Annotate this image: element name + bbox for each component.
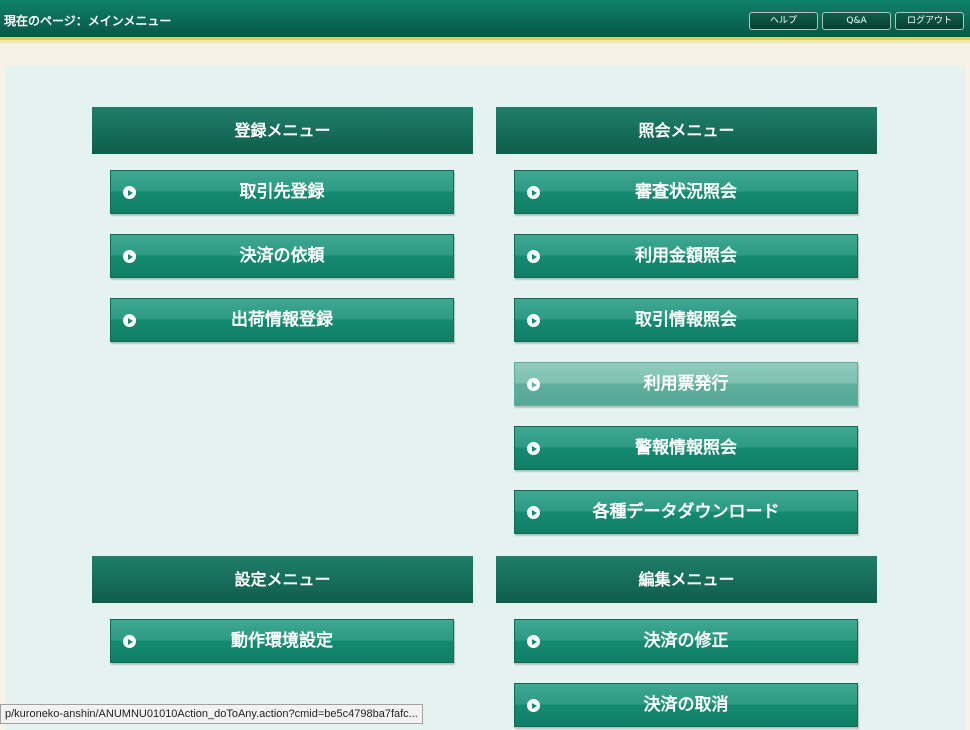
menu-button-label: 各種データダウンロード bbox=[592, 502, 780, 522]
play-icon bbox=[527, 506, 540, 519]
menu-button-label: 決済の修正 bbox=[643, 631, 729, 651]
menu-button-label: 審査状況照会 bbox=[635, 182, 737, 202]
edit-menu-header: 編集メニュー bbox=[496, 556, 877, 603]
play-icon bbox=[527, 186, 540, 199]
play-icon bbox=[123, 186, 136, 199]
menu-button-label: 出荷情報登録 bbox=[231, 310, 333, 330]
top-bar: 現在のページ：メインメニュー ヘルプ Q&A ログアウト bbox=[0, 0, 970, 43]
menu-button-label: 利用金額照会 bbox=[635, 246, 737, 266]
menu-button-label: 動作環境設定 bbox=[231, 631, 333, 651]
play-icon bbox=[527, 699, 540, 712]
main-menu-panel: 登録メニュー 取引先登録 決済の依頼 出荷情報登録 照会メニュー 審査状況照会 … bbox=[5, 66, 965, 730]
menu-button-payment-cancel[interactable]: 決済の取消 bbox=[514, 683, 858, 727]
register-menu-header: 登録メニュー bbox=[92, 107, 473, 154]
menu-button-transaction-info[interactable]: 取引情報照会 bbox=[514, 298, 858, 342]
menu-button-usage-amount[interactable]: 利用金額照会 bbox=[514, 234, 858, 278]
current-page-label: 現在のページ：メインメニュー bbox=[4, 14, 172, 28]
menu-button-label: 決済の依頼 bbox=[239, 246, 325, 266]
qa-button[interactable]: Q&A bbox=[822, 12, 891, 30]
play-icon bbox=[527, 378, 540, 391]
divider bbox=[0, 40, 970, 43]
menu-button-label: 決済の取消 bbox=[643, 695, 729, 715]
play-icon bbox=[527, 314, 540, 327]
menu-button-label: 取引先登録 bbox=[239, 182, 325, 202]
settings-menu-header: 設定メニュー bbox=[92, 556, 473, 603]
play-icon bbox=[527, 250, 540, 263]
play-icon bbox=[123, 314, 136, 327]
menu-button-screening-status[interactable]: 審査状況照会 bbox=[514, 170, 858, 214]
play-icon bbox=[123, 635, 136, 648]
help-button[interactable]: ヘルプ bbox=[749, 12, 818, 30]
menu-button-payment-request[interactable]: 決済の依頼 bbox=[110, 234, 454, 278]
play-icon bbox=[123, 250, 136, 263]
menu-button-shipping-registration[interactable]: 出荷情報登録 bbox=[110, 298, 454, 342]
menu-button-usage-slip[interactable]: 利用票発行 bbox=[514, 362, 858, 406]
menu-button-data-download[interactable]: 各種データダウンロード bbox=[514, 490, 858, 534]
logout-button[interactable]: ログアウト bbox=[895, 12, 964, 30]
menu-button-label: 警報情報照会 bbox=[635, 438, 737, 458]
menu-button-payment-edit[interactable]: 決済の修正 bbox=[514, 619, 858, 663]
menu-button-label: 取引情報照会 bbox=[635, 310, 737, 330]
menu-button-label: 利用票発行 bbox=[643, 374, 729, 394]
play-icon bbox=[527, 442, 540, 455]
menu-button-environment-settings[interactable]: 動作環境設定 bbox=[110, 619, 454, 663]
inquiry-menu-header: 照会メニュー bbox=[496, 107, 877, 154]
play-icon bbox=[527, 635, 540, 648]
status-bar-url: p/kuroneko-anshin/ANUMNU01010Action_doTo… bbox=[0, 704, 423, 724]
menu-button-partner-registration[interactable]: 取引先登録 bbox=[110, 170, 454, 214]
menu-button-alert-info[interactable]: 警報情報照会 bbox=[514, 426, 858, 470]
